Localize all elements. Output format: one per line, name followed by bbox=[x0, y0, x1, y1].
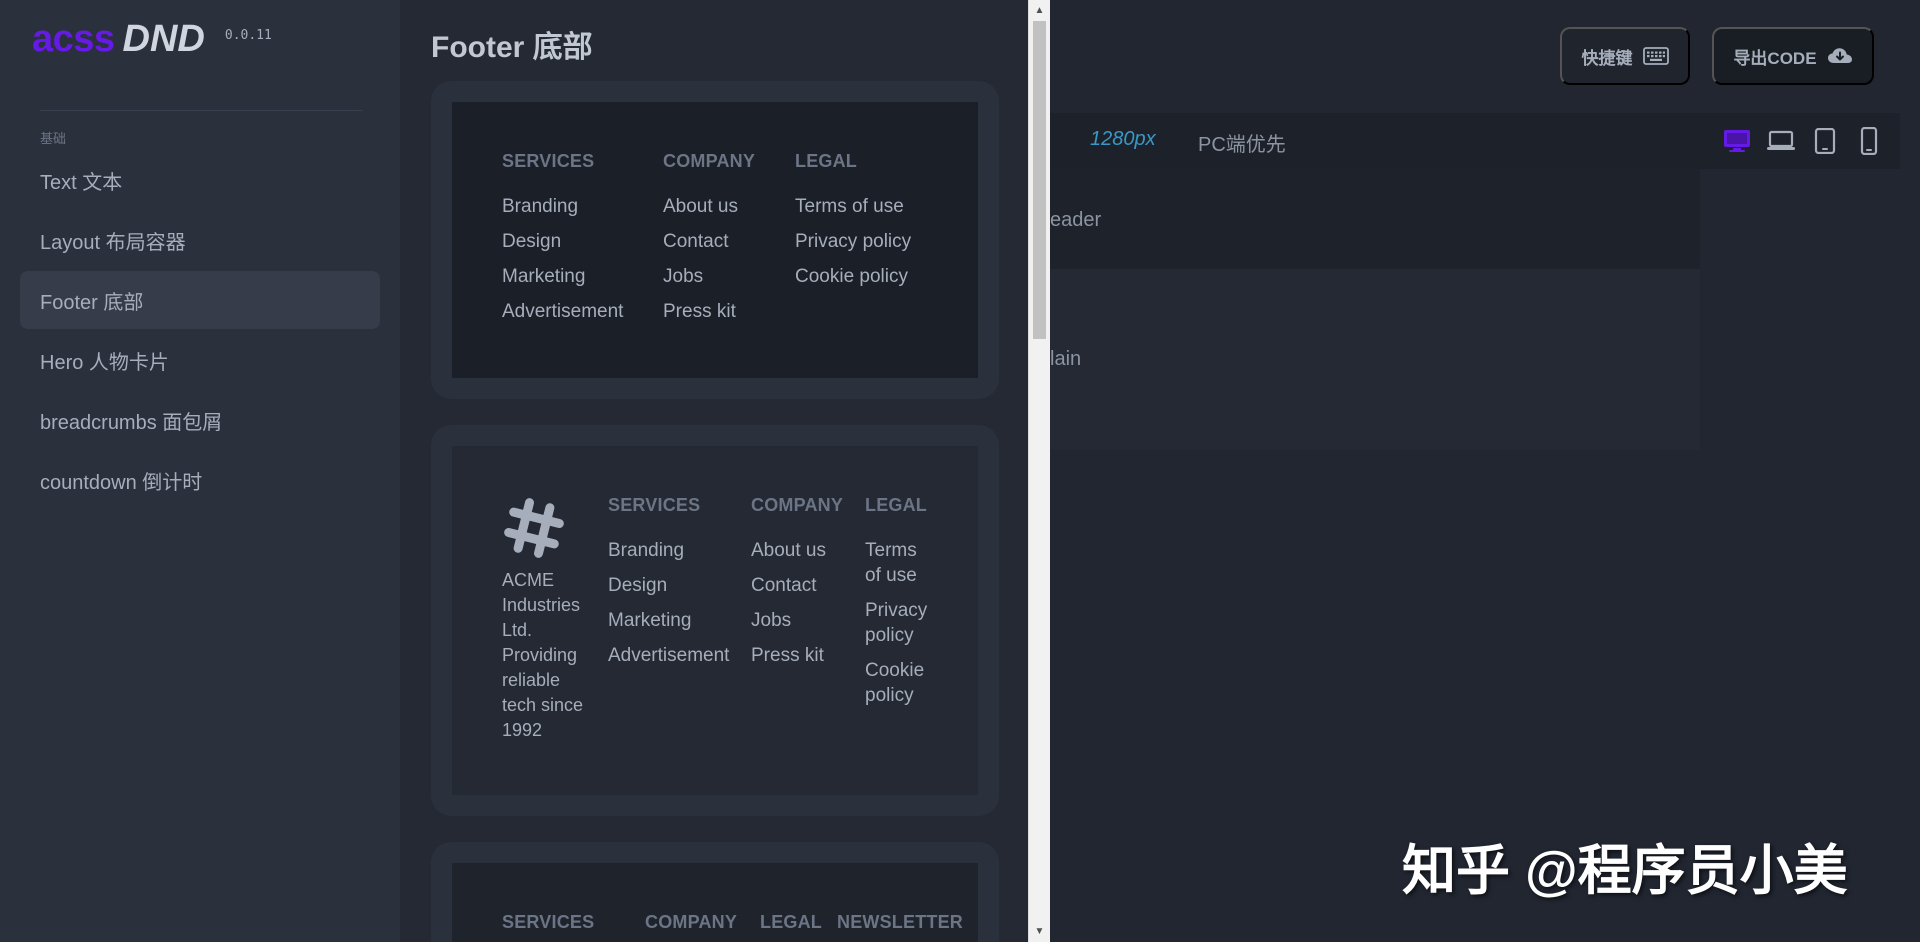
footer-variant-card[interactable]: ACME Industries Ltd. Providing reliable … bbox=[431, 425, 999, 816]
panel-title: Footer 底部 bbox=[431, 31, 593, 64]
desktop-device-button[interactable] bbox=[1722, 126, 1752, 156]
footer-link[interactable]: Contact bbox=[751, 573, 843, 598]
footer-link[interactable]: Marketing bbox=[608, 608, 729, 633]
footer-link[interactable]: Terms of use bbox=[795, 194, 911, 219]
column-title: COMPANY bbox=[645, 912, 738, 932]
footer-link[interactable]: Privacy policy bbox=[795, 229, 911, 254]
menu-item-breadcrumbs[interactable]: breadcrumbs 面包屑 bbox=[20, 391, 380, 449]
mobile-device-button[interactable] bbox=[1854, 126, 1884, 156]
brand-name-dnd: DND bbox=[122, 18, 205, 60]
canvas-header-block[interactable]: eader bbox=[1050, 169, 1700, 269]
canvas-main-block[interactable]: lain bbox=[1050, 269, 1700, 450]
footer-link[interactable]: About us bbox=[663, 194, 755, 219]
column-title: LEGAL bbox=[795, 151, 857, 171]
scrollbar-thumb[interactable] bbox=[1033, 21, 1046, 339]
footer-variant-card[interactable]: SERVICES Branding Design Marketing Adver… bbox=[431, 81, 999, 399]
laptop-device-button[interactable] bbox=[1766, 126, 1796, 156]
export-button-label: 导出CODE bbox=[1733, 48, 1817, 68]
footer-link[interactable]: Press kit bbox=[663, 299, 755, 324]
desktop-icon bbox=[1724, 130, 1750, 152]
menu-item-text[interactable]: Text 文本 bbox=[20, 151, 380, 209]
scroll-down-arrow-icon[interactable]: ▼ bbox=[1029, 923, 1050, 940]
brand-name-acss: acss bbox=[32, 18, 115, 60]
column-title: COMPANY bbox=[751, 495, 844, 515]
footer-preview: SERVICES Branding Design Marketing Adver… bbox=[452, 102, 978, 378]
footer-link[interactable]: Branding bbox=[502, 194, 623, 219]
footer-link[interactable]: Marketing bbox=[502, 264, 623, 289]
footer-link[interactable]: Branding bbox=[608, 538, 729, 563]
footer-link[interactable]: Cookie policy bbox=[865, 658, 931, 708]
sidebar: acss DND 0.0.11 基础 Text 文本 Layout 布局容器 F… bbox=[0, 0, 400, 942]
brand-logo[interactable]: acss DND 0.0.11 bbox=[32, 18, 272, 61]
sidebar-section-title: 基础 bbox=[40, 131, 67, 146]
tablet-icon bbox=[1814, 128, 1836, 154]
footer-column-services: SERVICES Branding Design Marketing Adver… bbox=[608, 494, 729, 678]
version-label: 0.0.11 bbox=[224, 28, 272, 43]
scroll-up-arrow-icon[interactable]: ▲ bbox=[1029, 2, 1050, 19]
column-title: SERVICES bbox=[502, 151, 595, 171]
menu-item-footer[interactable]: Footer 底部 bbox=[20, 271, 380, 329]
menu-item-countdown[interactable]: countdown 倒计时 bbox=[20, 451, 380, 509]
shortcut-button-label: 快捷键 bbox=[1581, 48, 1633, 68]
column-title: SERVICES bbox=[608, 495, 701, 515]
column-title: NEWSLETTER bbox=[837, 912, 963, 932]
menu-item-hero[interactable]: Hero 人物卡片 bbox=[20, 331, 380, 389]
footer-preview: ACME Industries Ltd. Providing reliable … bbox=[452, 446, 978, 795]
canvas-header-label: eader bbox=[1050, 209, 1102, 231]
footer-column-company: COMPANY About us Contact Jobs Press kit bbox=[751, 494, 843, 678]
shortcut-button[interactable]: 快捷键 bbox=[1560, 27, 1690, 85]
footer-column-legal: LEGAL Terms of use Privacy policy Cookie… bbox=[795, 150, 911, 299]
footer-link[interactable]: Design bbox=[608, 573, 729, 598]
footer-column-services: SERVICES bbox=[502, 911, 594, 942]
footer-link[interactable]: Jobs bbox=[663, 264, 755, 289]
footer-column-legal: LEGAL bbox=[760, 911, 822, 942]
laptop-icon bbox=[1767, 130, 1795, 150]
device-switcher bbox=[1722, 126, 1884, 156]
column-title: SERVICES bbox=[502, 912, 595, 932]
footer-link[interactable]: Advertisement bbox=[608, 643, 729, 668]
footer-column-services: SERVICES Branding Design Marketing Adver… bbox=[502, 150, 623, 334]
footer-preview: SERVICES COMPANY LEGAL NEWSLETTER bbox=[452, 863, 978, 942]
canvas-width-label: 1280px bbox=[1090, 128, 1156, 150]
footer-link[interactable]: Contact bbox=[663, 229, 755, 254]
canvas-toolbar: 1280px PC端优先 bbox=[1050, 113, 1900, 169]
zhihu-watermark: 知乎 @程序员小美 bbox=[1402, 841, 1848, 901]
mobile-icon bbox=[1860, 127, 1878, 155]
footer-variant-card[interactable]: SERVICES COMPANY LEGAL NEWSLETTER bbox=[431, 842, 999, 942]
export-code-button[interactable]: 导出CODE bbox=[1712, 27, 1874, 85]
component-menu: Text 文本 Layout 布局容器 Footer 底部 Hero 人物卡片 … bbox=[20, 151, 380, 511]
footer-link[interactable]: Advertisement bbox=[502, 299, 623, 324]
footer-column-legal: LEGAL Terms of use Privacy policy Cookie… bbox=[865, 494, 931, 718]
responsive-mode-label: PC端优先 bbox=[1198, 134, 1286, 156]
footer-link[interactable]: Terms of use bbox=[865, 538, 931, 588]
tablet-device-button[interactable] bbox=[1810, 126, 1840, 156]
canvas-main-label: lain bbox=[1050, 348, 1082, 370]
footer-link[interactable]: Cookie policy bbox=[795, 264, 911, 289]
column-title: LEGAL bbox=[865, 495, 927, 515]
footer-link[interactable]: About us bbox=[751, 538, 843, 563]
footer-link[interactable]: Press kit bbox=[751, 643, 843, 668]
footer-link[interactable]: Design bbox=[502, 229, 623, 254]
footer-column-company: COMPANY About us Contact Jobs Press kit bbox=[663, 150, 755, 334]
footer-link[interactable]: Jobs bbox=[751, 608, 843, 633]
editor-main: 快捷键 导出CODE 1280px PC端优先 eader lain 知乎 @程… bbox=[1050, 0, 1920, 942]
hashtag-logo-icon bbox=[504, 498, 564, 558]
column-title: COMPANY bbox=[663, 151, 756, 171]
sidebar-divider bbox=[40, 110, 362, 111]
column-title: LEGAL bbox=[760, 912, 822, 932]
footer-link[interactable]: Privacy policy bbox=[865, 598, 931, 648]
component-preview-panel: Footer 底部 SERVICES Branding Design Marke… bbox=[400, 0, 1028, 942]
panel-scrollbar[interactable]: ▲ ▼ bbox=[1028, 0, 1050, 942]
company-description: ACME Industries Ltd. Providing reliable … bbox=[502, 570, 584, 740]
footer-column-newsletter: NEWSLETTER bbox=[837, 911, 963, 942]
cloud-download-icon bbox=[1827, 48, 1852, 63]
footer-column-company: COMPANY bbox=[645, 911, 737, 942]
keyboard-icon bbox=[1642, 47, 1669, 65]
menu-item-layout[interactable]: Layout 布局容器 bbox=[20, 211, 380, 269]
